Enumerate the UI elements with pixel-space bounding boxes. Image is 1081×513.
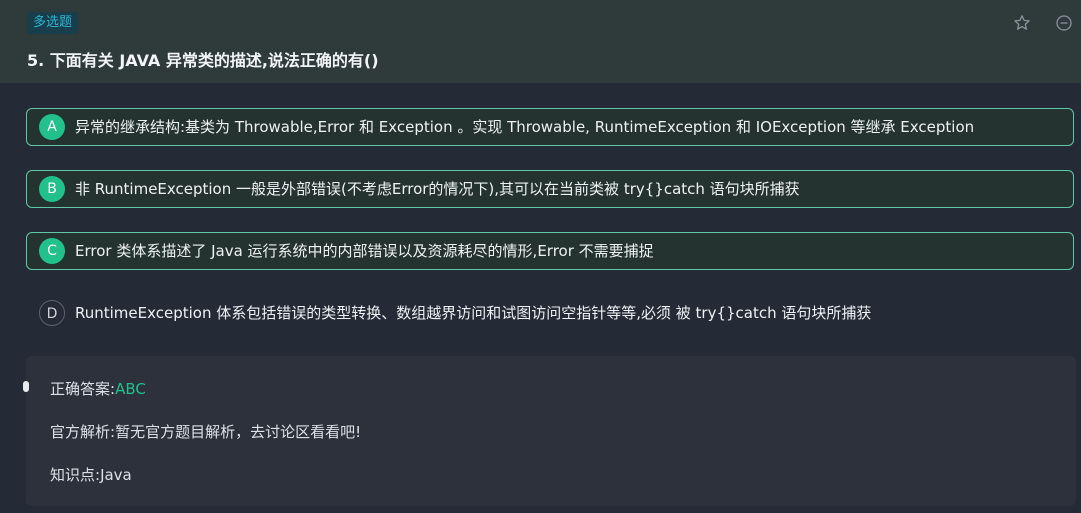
correct-answer-label: 正确答案: <box>50 380 116 398</box>
option-d[interactable]: D RuntimeException 体系包括错误的类型转换、数组越界访问和试图… <box>26 294 1074 332</box>
official-analysis-row: 官方解析:暂无官方题目解析，去讨论区看看吧! <box>50 421 361 442</box>
official-analysis-value[interactable]: 暂无官方题目解析，去讨论区看看吧! <box>115 423 361 441</box>
star-icon[interactable] <box>1013 14 1031 32</box>
option-text: Error 类体系描述了 Java 运行系统中的内部错误以及资源耗尽的情形,Er… <box>75 242 654 260</box>
knowledge-point-label: 知识点: <box>50 466 101 484</box>
panel-marker <box>23 381 29 392</box>
question-title: 5. 下面有关 JAVA 异常类的描述,说法正确的有() <box>27 51 379 70</box>
option-b[interactable]: B 非 RuntimeException 一般是外部错误(不考虑Error的情况… <box>26 170 1074 208</box>
question-type-tag: 多选题 <box>27 12 79 34</box>
option-text: RuntimeException 体系包括错误的类型转换、数组越界访问和试图访问… <box>75 304 872 322</box>
option-letter: B <box>39 176 65 202</box>
knowledge-point-row: 知识点:Java <box>50 464 132 485</box>
option-letter: A <box>39 114 65 140</box>
official-analysis-label: 官方解析: <box>50 423 116 441</box>
minus-circle-icon[interactable] <box>1055 14 1073 32</box>
correct-answer-value: ABC <box>115 380 146 398</box>
question-header: 多选题 5. 下面有关 JAVA 异常类的描述,说法正确的有() <box>0 0 1081 83</box>
knowledge-point-value: Java <box>100 466 132 484</box>
option-text: 非 RuntimeException 一般是外部错误(不考虑Error的情况下)… <box>75 180 800 198</box>
option-letter: C <box>39 238 65 264</box>
option-letter: D <box>39 300 65 326</box>
correct-answer-row: 正确答案:ABC <box>50 378 146 399</box>
option-a[interactable]: A 异常的继承结构:基类为 Throwable,Error 和 Exceptio… <box>26 108 1074 146</box>
option-text: 异常的继承结构:基类为 Throwable,Error 和 Exception … <box>75 118 975 136</box>
option-c[interactable]: C Error 类体系描述了 Java 运行系统中的内部错误以及资源耗尽的情形,… <box>26 232 1074 270</box>
answer-analysis-panel: 正确答案:ABC 官方解析:暂无官方题目解析，去讨论区看看吧! 知识点:Java <box>23 356 1076 506</box>
